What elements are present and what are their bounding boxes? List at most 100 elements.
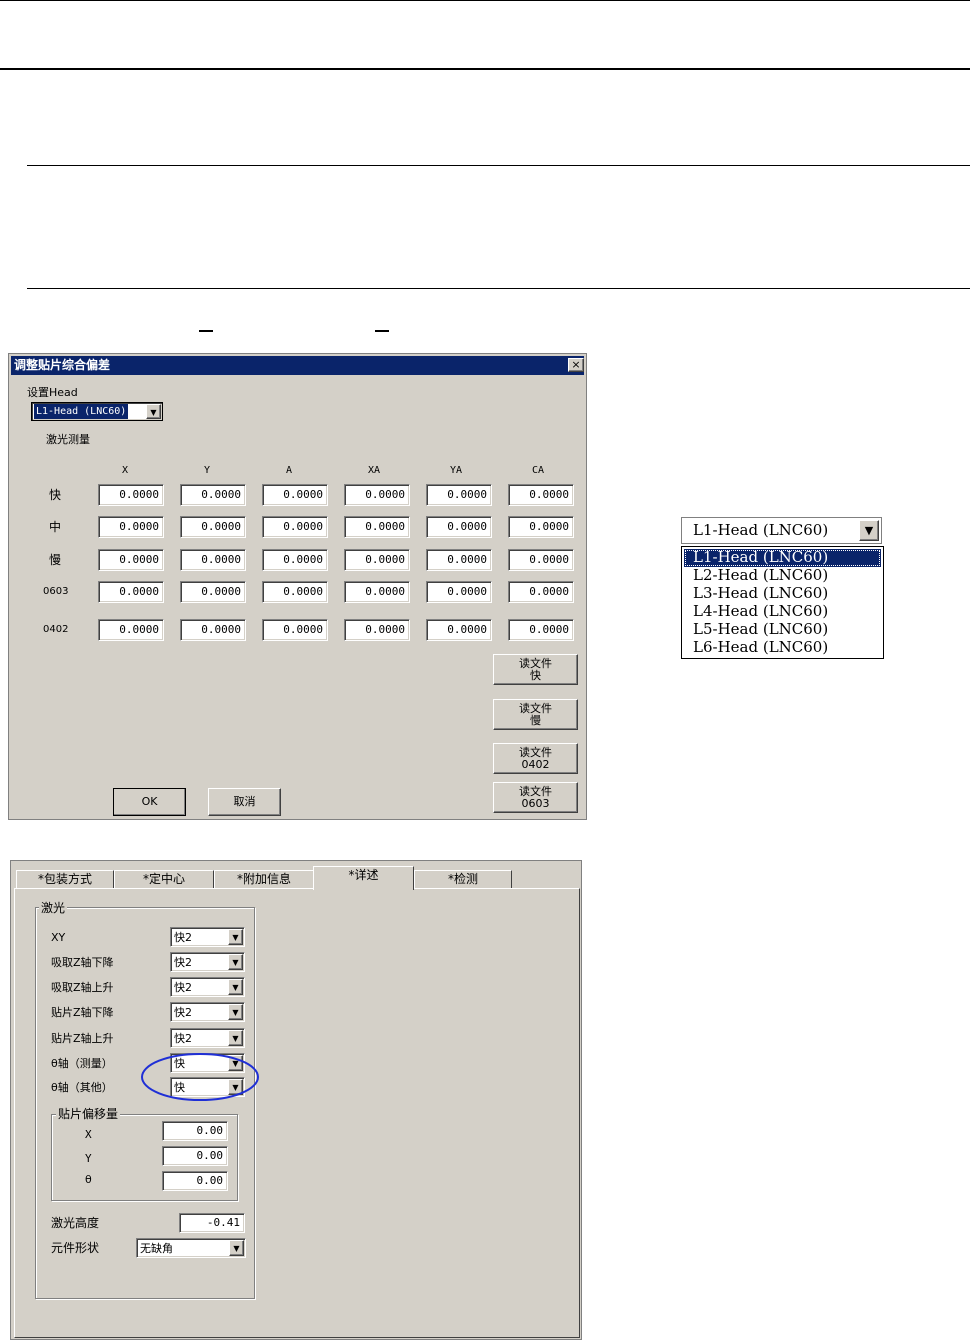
laser-measure-label: 激光测量: [46, 433, 90, 446]
speed-select-value: 快2: [174, 1032, 192, 1045]
offset-value-field[interactable]: 0.0000: [426, 581, 492, 603]
head-label: 设置Head: [27, 386, 78, 399]
tab-inspection[interactable]: *检测: [414, 870, 512, 889]
offset-value-field[interactable]: 0.0000: [98, 619, 164, 641]
speed-select[interactable]: 快2 ▼: [170, 977, 245, 997]
cancel-button[interactable]: 取消: [208, 788, 281, 816]
chevron-down-icon[interactable]: ▼: [228, 1004, 243, 1020]
read-file-0402-button[interactable]: 读文件 0402: [493, 743, 578, 774]
offset-value-field[interactable]: 0.0000: [426, 516, 492, 538]
tab-detail[interactable]: *详述: [313, 866, 414, 890]
offset-value-field[interactable]: 0.0000: [98, 484, 164, 506]
speed-select[interactable]: 快2 ▼: [170, 927, 245, 947]
laser-height-field[interactable]: -0.41: [179, 1213, 245, 1233]
offset-theta-field[interactable]: 0.00: [162, 1171, 228, 1191]
dropdown-option[interactable]: L2-Head (LNC60): [693, 567, 828, 584]
column-header: YA: [450, 465, 463, 476]
section-rule-upper: [27, 165, 970, 166]
dropdown-option[interactable]: L3-Head (LNC60): [693, 585, 828, 602]
component-detail-panel: *包装方式 *定中心 *附加信息 *详述 *检测 激光 XY 快2 ▼ 吸取Z轴下降快…: [10, 860, 582, 1340]
tab-additional-info[interactable]: *附加信息: [214, 870, 314, 889]
column-header: XA: [368, 465, 381, 476]
read-file-slow-button[interactable]: 读文件 慢: [493, 699, 578, 730]
row-label: 0603: [43, 586, 69, 597]
column-header: A: [286, 465, 293, 476]
offset-y-field[interactable]: 0.00: [162, 1146, 228, 1166]
speed-select-value: 快2: [174, 956, 192, 969]
offset-value-field[interactable]: 0.0000: [262, 549, 328, 571]
read-file-0603-button[interactable]: 读文件 0603: [493, 782, 578, 813]
offset-value-field[interactable]: 0.0000: [98, 549, 164, 571]
row-label: 中: [49, 520, 62, 534]
offset-value-field[interactable]: 0.0000: [180, 549, 246, 571]
header-rule: [0, 68, 970, 70]
dropdown-option[interactable]: L1-Head (LNC60): [693, 549, 828, 566]
offset-value-field[interactable]: 0.0000: [262, 619, 328, 641]
component-shape-select[interactable]: 无缺角 ▼: [136, 1238, 246, 1258]
offset-value-field[interactable]: 0.0000: [344, 516, 410, 538]
offset-value-field[interactable]: 0.0000: [344, 549, 410, 571]
speed-select-value: 快2: [174, 931, 192, 944]
chevron-down-icon[interactable]: ▼: [228, 954, 243, 970]
chevron-down-icon[interactable]: ▼: [146, 404, 161, 419]
offset-x-field[interactable]: 0.00: [162, 1121, 228, 1141]
highlight-circle: [141, 1053, 259, 1101]
speed-select[interactable]: 快2 ▼: [170, 1028, 245, 1048]
laser-group-label: 激光: [39, 901, 68, 915]
speed-select[interactable]: 快2 ▼: [170, 952, 245, 972]
offset-value-field[interactable]: 0.0000: [98, 581, 164, 603]
offset-value-field[interactable]: 0.0000: [426, 619, 492, 641]
offset-value-field[interactable]: 0.0000: [508, 619, 574, 641]
head-dropdown-closed[interactable]: L1-Head (LNC60) ▼: [681, 517, 882, 544]
tab-packaging[interactable]: *包装方式: [16, 870, 114, 889]
offset-value-field[interactable]: 0.0000: [426, 484, 492, 506]
dialog-title: 调整贴片综合偏差: [11, 356, 584, 375]
offset-value-field[interactable]: 0.0000: [98, 516, 164, 538]
offset-value-field[interactable]: 0.0000: [508, 581, 574, 603]
offset-value-field[interactable]: 0.0000: [180, 581, 246, 603]
chevron-down-icon[interactable]: ▼: [228, 979, 243, 995]
overline-mark-2: [375, 330, 389, 332]
offset-value-field[interactable]: 0.0000: [180, 619, 246, 641]
speed-row-label: 吸取Z轴上升: [51, 981, 114, 994]
offset-value-field[interactable]: 0.0000: [508, 549, 574, 571]
ok-button[interactable]: OK: [113, 788, 186, 816]
chevron-down-icon[interactable]: ▼: [859, 520, 879, 541]
offset-value-field[interactable]: 0.0000: [508, 516, 574, 538]
head-dropdown-value: L1-Head (LNC60): [693, 521, 829, 539]
close-icon: ×: [571, 358, 581, 371]
column-header: CA: [532, 465, 545, 476]
offset-y-label: Y: [85, 1152, 92, 1165]
offset-x-label: X: [85, 1128, 92, 1141]
speed-row-label: 贴片Z轴下降: [51, 1006, 114, 1019]
offset-value-field[interactable]: 0.0000: [180, 484, 246, 506]
section-rule-lower: [27, 288, 970, 289]
tab-centering[interactable]: *定中心: [114, 870, 214, 889]
chevron-down-icon[interactable]: ▼: [228, 929, 243, 945]
offset-value-field[interactable]: 0.0000: [508, 484, 574, 506]
offset-value-field[interactable]: 0.0000: [262, 484, 328, 506]
chevron-down-icon[interactable]: ▼: [228, 1030, 243, 1046]
close-button[interactable]: ×: [568, 358, 584, 372]
dropdown-option[interactable]: L6-Head (LNC60): [693, 639, 828, 656]
speed-row-label: 吸取Z轴下降: [51, 956, 114, 969]
offset-value-field[interactable]: 0.0000: [426, 549, 492, 571]
offset-value-field[interactable]: 0.0000: [262, 581, 328, 603]
speed-select[interactable]: 快2 ▼: [170, 1002, 245, 1022]
offset-value-field[interactable]: 0.0000: [344, 484, 410, 506]
head-select-value: L1-Head (LNC60): [34, 404, 129, 419]
dropdown-option[interactable]: L4-Head (LNC60): [693, 603, 828, 620]
read-file-fast-button[interactable]: 读文件 快: [493, 654, 578, 685]
offset-value-field[interactable]: 0.0000: [180, 516, 246, 538]
overline-mark-1: [199, 330, 213, 332]
chevron-down-icon[interactable]: ▼: [229, 1240, 244, 1256]
speed-row-label: 贴片Z轴上升: [51, 1032, 114, 1045]
laser-height-label: 激光高度: [51, 1216, 100, 1230]
offset-value-field[interactable]: 0.0000: [344, 581, 410, 603]
speed-select-value: 快2: [174, 981, 192, 994]
offset-value-field[interactable]: 0.0000: [344, 619, 410, 641]
head-select[interactable]: L1-Head (LNC60) ▼: [31, 402, 163, 421]
dropdown-option[interactable]: L5-Head (LNC60): [693, 621, 828, 638]
offset-value-field[interactable]: 0.0000: [262, 516, 328, 538]
row-label: 0402: [43, 624, 69, 635]
